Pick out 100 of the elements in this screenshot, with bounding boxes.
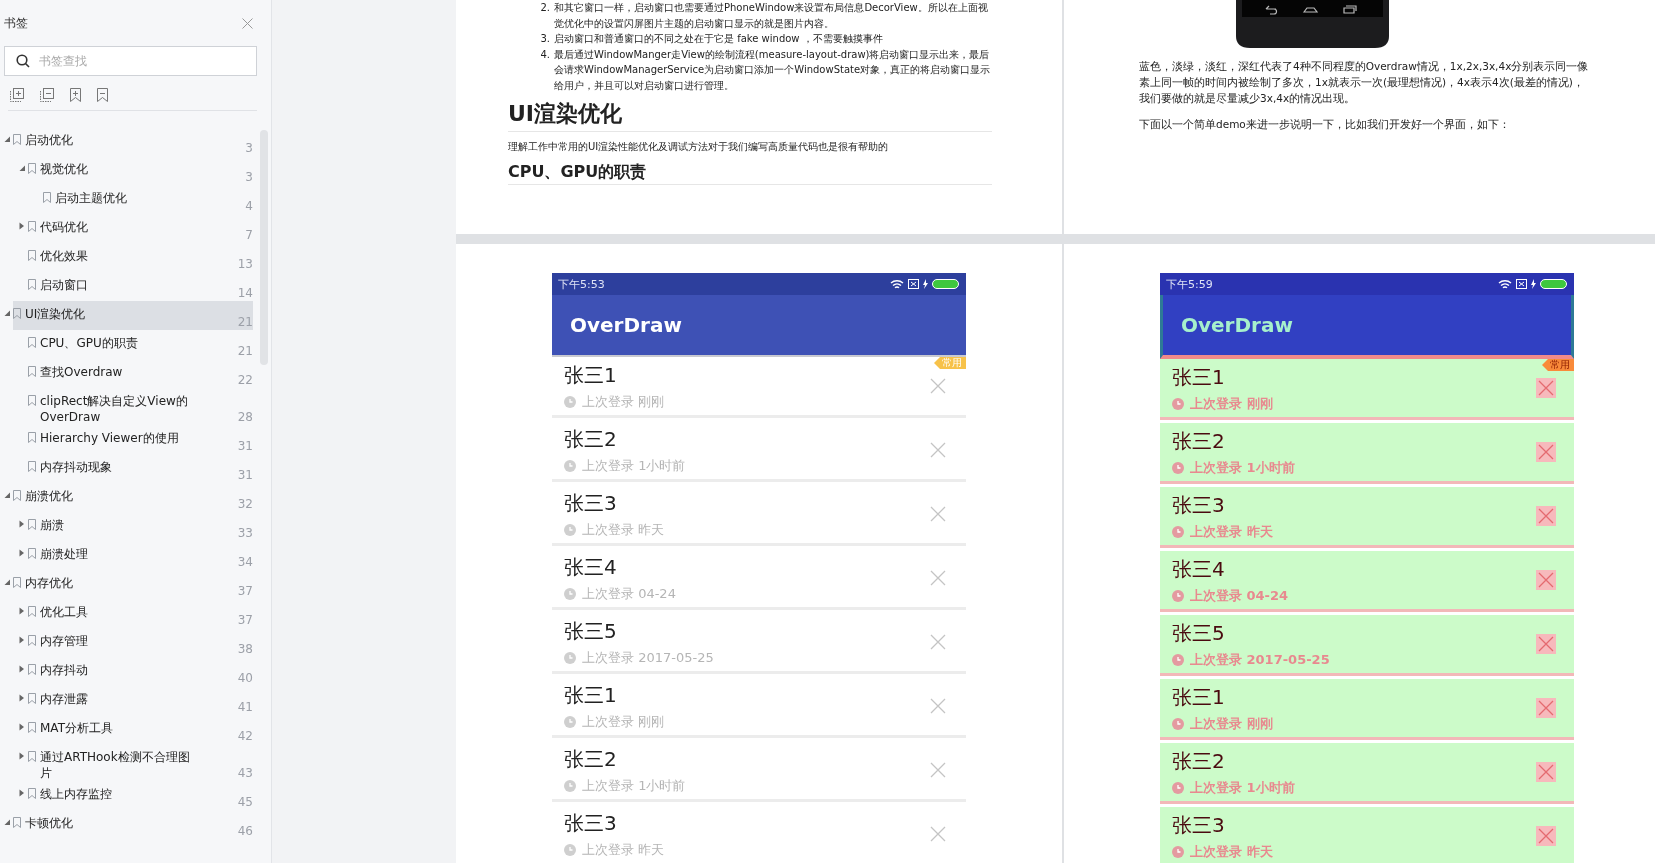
collapsed-arrow-icon[interactable] (19, 222, 25, 230)
collapsed-arrow-icon[interactable] (19, 607, 25, 615)
add-bookmark-icon[interactable] (68, 86, 83, 104)
clock-icon (564, 779, 576, 792)
last-login-text: 上次登录 2017-05-25 (582, 648, 714, 667)
page-number: 31 (236, 439, 253, 454)
expanded-arrow-icon[interactable] (4, 578, 10, 586)
bookmark-icon (13, 134, 21, 145)
tag-label: 常用 (1542, 359, 1574, 371)
clock-icon (1172, 461, 1184, 474)
bookmark-icon (28, 366, 36, 377)
bookmark-icon (13, 577, 21, 588)
search-field[interactable]: 书签查找 (4, 46, 257, 76)
collapsed-arrow-icon[interactable] (19, 694, 25, 702)
bookmark-item[interactable]: CPU、GPU的职责 21 (28, 330, 253, 359)
bookmark-item[interactable]: 内存管理 38 (28, 628, 253, 657)
bookmark-icon (28, 250, 36, 261)
bookmark-item[interactable]: 崩溃 33 (28, 512, 253, 541)
expanded-arrow-icon[interactable] (4, 309, 10, 317)
bookmark-label: clipRect解决自定义View的OverDraw (40, 393, 189, 425)
bookmark-item[interactable]: 启动主题优化 4 (43, 185, 253, 214)
paragraph: 下面以一个简单demo来进一步说明一下，比如我们开发好一个界面，如下： (1139, 117, 1511, 132)
collapsed-arrow-icon[interactable] (19, 752, 25, 760)
bookmark-item[interactable]: 内存泄露 41 (28, 686, 253, 715)
bookmark-item[interactable]: 查找Overdraw 22 (28, 359, 253, 388)
bookmark-item[interactable]: 崩溃优化 32 (13, 483, 253, 512)
page-number: 37 (236, 584, 253, 599)
contact-row[interactable]: 张三1 上次登录 刚刚 (1160, 679, 1574, 740)
bookmark-icon (28, 693, 36, 704)
bookmark-label: 崩溃 (40, 517, 65, 533)
expanded-arrow-icon[interactable] (19, 164, 25, 172)
page-number: 34 (236, 555, 253, 570)
bookmark-icon (28, 163, 36, 174)
contact-row[interactable]: 张三3 上次登录 昨天 (1160, 487, 1574, 548)
bookmark-icon (28, 548, 36, 559)
battery-icon (1540, 279, 1568, 289)
clock-icon (1172, 397, 1184, 410)
clock-icon (564, 843, 576, 856)
collapse-all-icon[interactable] (38, 86, 56, 104)
contact-row[interactable]: 张三1 上次登录 刚刚 常用 (1160, 359, 1574, 420)
contact-row[interactable]: 张三2 上次登录 1小时前 (1160, 423, 1574, 484)
collapsed-arrow-icon[interactable] (19, 665, 25, 673)
page-number: 38 (236, 642, 253, 657)
list-text: 最后通过WindowManger走View的绘制流程(measure-layout-draw)将启动窗口显示出来，最后会请求WindowManagerService为启动窗口添加一个WindowState对象，真正的将启动窗口显示给用户，并且可以对启动窗口进行管理。 (554, 47, 992, 93)
collapsed-arrow-icon[interactable] (19, 789, 25, 797)
bookmark-label: 优化效果 (40, 248, 89, 264)
bookmark-item[interactable]: 启动优化 3 (13, 127, 253, 156)
contact-row[interactable]: 张三5 上次登录 2017-05-25 (1160, 615, 1574, 676)
subsection-heading: CPU、GPU的职责 (508, 162, 992, 185)
contact-row[interactable]: 张三4 上次登录 04-24 (1160, 551, 1574, 612)
bookmark-item[interactable]: 视觉优化 3 (28, 156, 253, 185)
page-number: 32 (236, 497, 253, 512)
bookmark-item[interactable]: 卡顿优化 46 (13, 810, 253, 839)
collapsed-arrow-icon[interactable] (19, 723, 25, 731)
contact-name: 张三1 (564, 681, 618, 709)
collapsed-arrow-icon[interactable] (19, 520, 25, 528)
close-icon[interactable] (242, 17, 253, 29)
expanded-arrow-icon[interactable] (4, 818, 10, 826)
page-number: 21 (236, 344, 253, 359)
bookmark-item[interactable]: 内存抖动 40 (28, 657, 253, 686)
bookmark-item[interactable]: 优化效果 13 (28, 243, 253, 272)
bookmark-item[interactable]: 代码优化 7 (28, 214, 253, 243)
bookmark-item[interactable]: 启动窗口 14 (28, 272, 253, 301)
contact-name: 张三3 (564, 489, 618, 517)
bookmark-item[interactable]: 优化工具 37 (28, 599, 253, 628)
collapsed-arrow-icon[interactable] (19, 636, 25, 644)
page-number: 13 (236, 257, 253, 272)
bookmark-icon (13, 490, 21, 501)
bookmark-item[interactable]: Hierarchy Viewer的使用 31 (28, 425, 253, 454)
page-number: 7 (244, 228, 253, 243)
contact-row[interactable]: 张三1 上次登录 刚刚 常用 (552, 357, 966, 418)
bookmark-item[interactable]: 线上内存监控 45 (28, 781, 253, 810)
contact-name: 张三2 (564, 745, 618, 773)
bookmark-item[interactable]: 内存抖动现象 31 (28, 454, 253, 483)
clock-icon (564, 587, 576, 600)
page-number: 3 (244, 170, 253, 185)
contact-row[interactable]: 张三2 上次登录 1小时前 (1160, 743, 1574, 804)
bookmark-item[interactable]: 崩溃处理 34 (28, 541, 253, 570)
bookmark-item[interactable]: 内存优化 37 (13, 570, 253, 599)
bookmark-icon (13, 817, 21, 828)
collapsed-arrow-icon[interactable] (19, 549, 25, 557)
remove-bookmark-icon[interactable] (95, 86, 110, 104)
bookmark-item[interactable]: 通过ARTHook检测不合理图片 43 (28, 744, 253, 781)
clock-icon (1172, 589, 1184, 602)
page-number: 22 (236, 373, 253, 388)
clock-icon (1172, 845, 1184, 858)
contact-name: 张三1 (1172, 683, 1226, 711)
clock-icon (564, 651, 576, 664)
last-login-text: 上次登录 1小时前 (582, 456, 686, 475)
page-number: 28 (236, 410, 253, 425)
last-login-text: 上次登录 刚刚 (1190, 714, 1273, 733)
contact-row[interactable]: 张三3 上次登录 昨天 (1160, 807, 1574, 863)
expanded-arrow-icon[interactable] (4, 135, 10, 143)
page-number: 43 (236, 766, 253, 781)
expand-all-icon[interactable] (8, 86, 26, 104)
bookmark-item[interactable]: clipRect解决自定义View的OverDraw 28 (28, 388, 253, 425)
charging-icon (1531, 279, 1536, 289)
contact-name: 张三2 (564, 425, 618, 453)
bookmark-item[interactable]: MAT分析工具 42 (28, 715, 253, 744)
expanded-arrow-icon[interactable] (4, 491, 10, 499)
